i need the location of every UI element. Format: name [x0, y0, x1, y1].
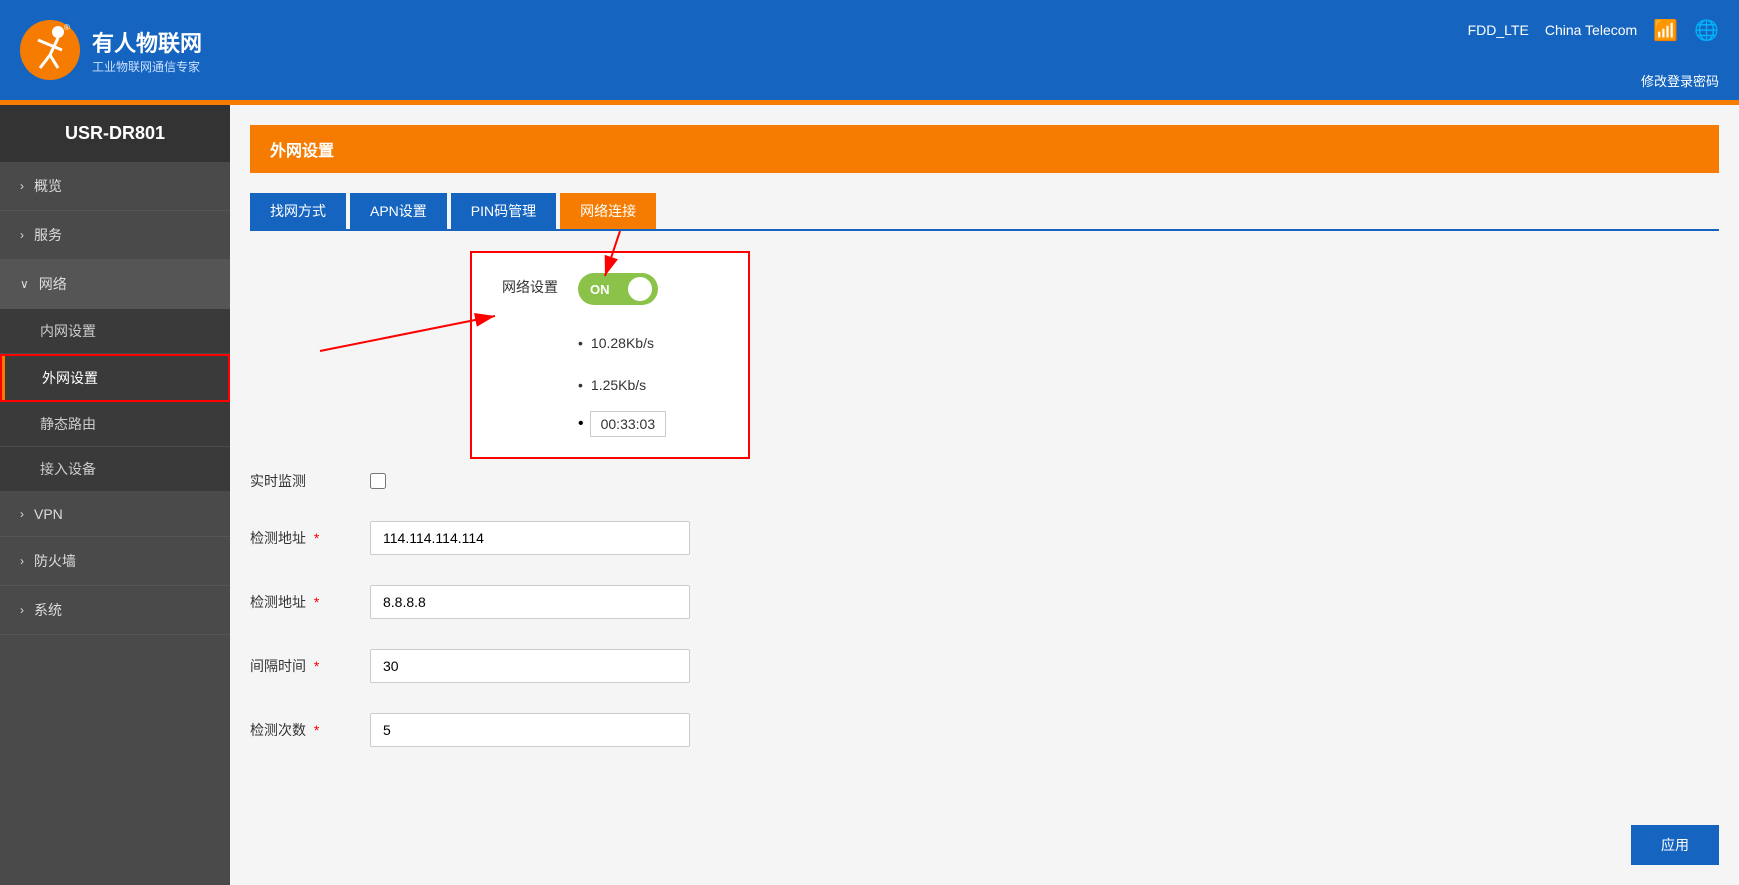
- brand-text: 有人物联网 工业物联网通信专家: [92, 26, 202, 75]
- brand-name: 有人物联网: [92, 26, 202, 58]
- device-name: USR-DR801: [0, 105, 230, 162]
- connection-timer: 00:33:03: [590, 411, 667, 437]
- sidebar-item-firewall-label: 防火墙: [34, 551, 76, 571]
- header-network-status: FDD_LTE China Telecom 📶 🌐: [1468, 0, 1719, 60]
- sidebar-item-overview-label: 概览: [34, 176, 62, 196]
- chevron-right-icon: ›: [20, 179, 24, 193]
- brand-subtitle: 工业物联网通信专家: [92, 58, 202, 75]
- detect-addr1-row: 检测地址 *: [250, 511, 1719, 555]
- sidebar-item-firewall[interactable]: › 防火墙: [0, 537, 230, 586]
- detect-addr1-input[interactable]: [370, 521, 690, 555]
- sidebar-item-vpn[interactable]: › VPN: [0, 492, 230, 537]
- carrier-label: China Telecom: [1545, 22, 1637, 38]
- chevron-right-icon: ›: [20, 554, 24, 568]
- sidebar-item-inner-net[interactable]: 内网设置: [0, 309, 230, 354]
- chevron-right-icon: ›: [20, 507, 24, 521]
- sidebar-item-system[interactable]: › 系统: [0, 586, 230, 635]
- sidebar-item-service-label: 服务: [34, 225, 62, 245]
- sidebar-item-static-route[interactable]: 静态路由: [0, 402, 230, 447]
- network-type-label: FDD_LTE: [1468, 22, 1529, 38]
- realtime-checkbox[interactable]: [370, 473, 386, 489]
- header: ® 有人物联网 工业物联网通信专家 FDD_LTE China Telecom …: [0, 0, 1739, 100]
- detect-count-label: 检测次数 *: [250, 720, 370, 740]
- main-layout: USR-DR801 › 概览 › 服务 ∨ 网络 内网设置 外网设置 静态路由 …: [0, 105, 1739, 885]
- sidebar-item-outer-net[interactable]: 外网设置: [0, 354, 230, 402]
- toggle-on-label: ON: [590, 282, 610, 297]
- realtime-label: 实时监测: [250, 471, 370, 491]
- apply-button[interactable]: 应用: [1631, 825, 1719, 865]
- required-mark-3: *: [314, 658, 319, 674]
- interval-label: 间隔时间 *: [250, 656, 370, 676]
- sidebar: USR-DR801 › 概览 › 服务 ∨ 网络 内网设置 外网设置 静态路由 …: [0, 105, 230, 885]
- tab-bar: 找网方式 APN设置 PIN码管理 网络连接: [250, 193, 1719, 231]
- tab-network-connect[interactable]: 网络连接: [560, 193, 656, 229]
- sidebar-item-service[interactable]: › 服务: [0, 211, 230, 260]
- detect-addr1-label: 检测地址 *: [250, 528, 370, 548]
- tab-apn[interactable]: APN设置: [350, 193, 447, 229]
- main-content: 外网设置 找网方式 APN设置 PIN码管理 网络连接: [230, 105, 1739, 885]
- change-password-link[interactable]: 修改登录密码: [1641, 71, 1719, 90]
- detect-count-input[interactable]: [370, 713, 690, 747]
- interval-row: 间隔时间 *: [250, 639, 1719, 683]
- detect-count-row: 检测次数 *: [250, 703, 1719, 747]
- required-mark: *: [314, 530, 319, 546]
- static-route-label: 静态路由: [40, 414, 96, 434]
- outer-net-label: 外网设置: [42, 368, 98, 388]
- svg-text:®: ®: [64, 23, 70, 32]
- download-speed: 10.28Kb/s: [578, 335, 666, 351]
- bullet: •: [578, 415, 584, 433]
- access-device-label: 接入设备: [40, 459, 96, 479]
- network-popup: 网络设置 ON 10.28Kb/s 1.25Kb/s: [470, 251, 750, 459]
- header-actions: 修改登录密码: [1641, 71, 1719, 90]
- network-toggle[interactable]: ON: [578, 273, 658, 305]
- upload-speed: 1.25Kb/s: [578, 377, 666, 393]
- brand-logo: ®: [20, 20, 80, 80]
- detect-addr2-input[interactable]: [370, 585, 690, 619]
- tab-pin[interactable]: PIN码管理: [451, 193, 556, 229]
- sidebar-item-network[interactable]: ∨ 网络: [0, 260, 230, 309]
- realtime-row: 实时监测: [250, 471, 1719, 491]
- page-title-bar: 外网设置: [250, 125, 1719, 173]
- chevron-down-icon: ∨: [20, 277, 29, 291]
- detect-addr2-label: 检测地址 *: [250, 592, 370, 612]
- network-settings-label: 网络设置: [502, 277, 558, 297]
- logo: ® 有人物联网 工业物联网通信专家: [20, 20, 202, 80]
- chevron-right-icon: ›: [20, 228, 24, 242]
- globe-icon: 🌐: [1694, 18, 1719, 43]
- detect-addr2-row: 检测地址 *: [250, 575, 1719, 619]
- page-title: 外网设置: [270, 143, 334, 160]
- form-section: 网络设置 ON 10.28Kb/s 1.25Kb/s: [250, 251, 1719, 787]
- inner-net-label: 内网设置: [40, 321, 96, 341]
- chevron-right-icon: ›: [20, 603, 24, 617]
- sidebar-item-network-label: 网络: [39, 274, 67, 294]
- network-toggle-container: ON: [578, 273, 666, 305]
- sidebar-item-vpn-label: VPN: [34, 506, 63, 522]
- sidebar-item-access-device[interactable]: 接入设备: [0, 447, 230, 492]
- sidebar-item-overview[interactable]: › 概览: [0, 162, 230, 211]
- required-mark-2: *: [314, 594, 319, 610]
- tab-find-network[interactable]: 找网方式: [250, 193, 346, 229]
- toggle-knob: [628, 277, 652, 301]
- sidebar-item-system-label: 系统: [34, 600, 62, 620]
- interval-input[interactable]: [370, 649, 690, 683]
- required-mark-4: *: [314, 722, 319, 738]
- signal-icon: 📶: [1653, 18, 1678, 43]
